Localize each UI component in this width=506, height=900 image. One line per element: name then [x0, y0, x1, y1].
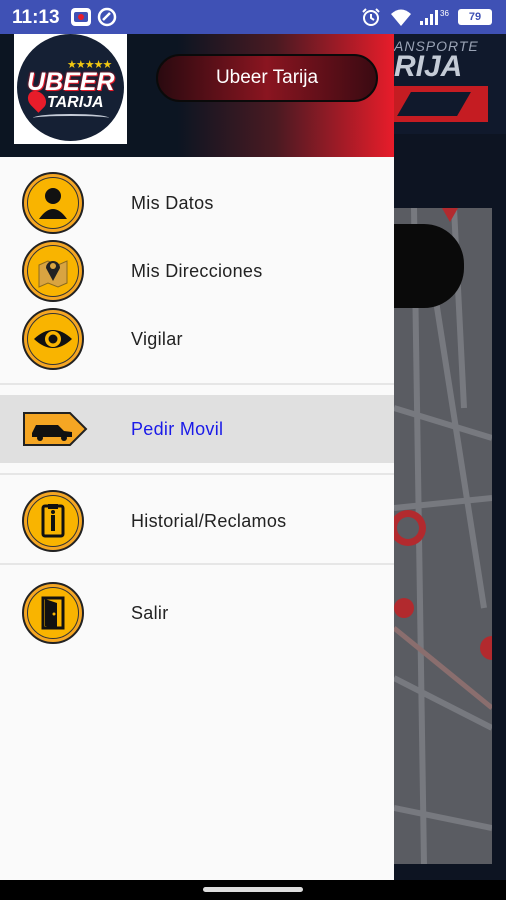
navigation-drawer: ★★★★★ UBEER TARIJA Ubeer Tarija Mis Dato…	[0, 34, 394, 880]
taxi-icon	[22, 409, 88, 454]
door-exit-icon	[22, 582, 84, 644]
menu-item-label: Mis Datos	[131, 193, 214, 213]
status-time: 11:13	[12, 7, 60, 28]
wifi-icon	[389, 7, 413, 32]
background-app: ANSPORTE RIJA	[394, 34, 506, 880]
background-map[interactable]	[394, 208, 492, 864]
menu-item-vigilar[interactable]: Vigilar	[0, 305, 394, 373]
menu-item-pedir-movil[interactable]: Pedir Movil	[0, 395, 394, 463]
alarm-icon	[360, 7, 382, 32]
system-navigation-bar	[0, 880, 506, 900]
drawer-header: ★★★★★ UBEER TARIJA Ubeer Tarija	[0, 34, 394, 157]
battery-icon: 79	[458, 9, 492, 25]
svg-text:36: 36	[440, 9, 449, 18]
menu-divider	[0, 563, 394, 565]
menu-item-mis-datos[interactable]: Mis Datos	[0, 169, 394, 237]
menu-item-salir[interactable]: Salir	[0, 579, 394, 647]
person-icon	[22, 172, 84, 234]
home-gesture-bar[interactable]	[203, 887, 303, 892]
user-name-button[interactable]: Ubeer Tarija	[156, 54, 378, 102]
menu-item-historial-reclamos[interactable]: Historial/Reclamos	[0, 487, 394, 555]
menu-item-label: Vigilar	[131, 329, 183, 349]
menu-divider	[0, 383, 394, 385]
logo-circle: ★★★★★ UBEER TARIJA	[17, 34, 124, 141]
map-pin-icon	[22, 240, 84, 302]
app-icon	[70, 7, 92, 32]
app-logo: ★★★★★ UBEER TARIJA	[14, 34, 127, 144]
circle-icon	[97, 7, 117, 32]
menu-divider	[0, 473, 394, 475]
status-bar: 11:13 36 79	[0, 0, 506, 34]
logo-swoosh	[33, 114, 109, 122]
background-banner: ANSPORTE RIJA	[394, 34, 506, 134]
menu-item-label: Historial/Reclamos	[131, 511, 287, 531]
menu-item-label: Salir	[131, 603, 169, 623]
signal-icon: 36	[418, 7, 452, 32]
eye-icon	[22, 308, 84, 370]
menu-item-label: Pedir Movil	[131, 419, 224, 439]
background-banner-line2: RIJA	[394, 50, 463, 83]
menu-item-mis-direcciones[interactable]: Mis Direcciones	[0, 237, 394, 305]
clipboard-icon	[22, 490, 84, 552]
logo-text-sub: TARIJA	[47, 94, 104, 111]
menu-item-label: Mis Direcciones	[131, 261, 263, 281]
